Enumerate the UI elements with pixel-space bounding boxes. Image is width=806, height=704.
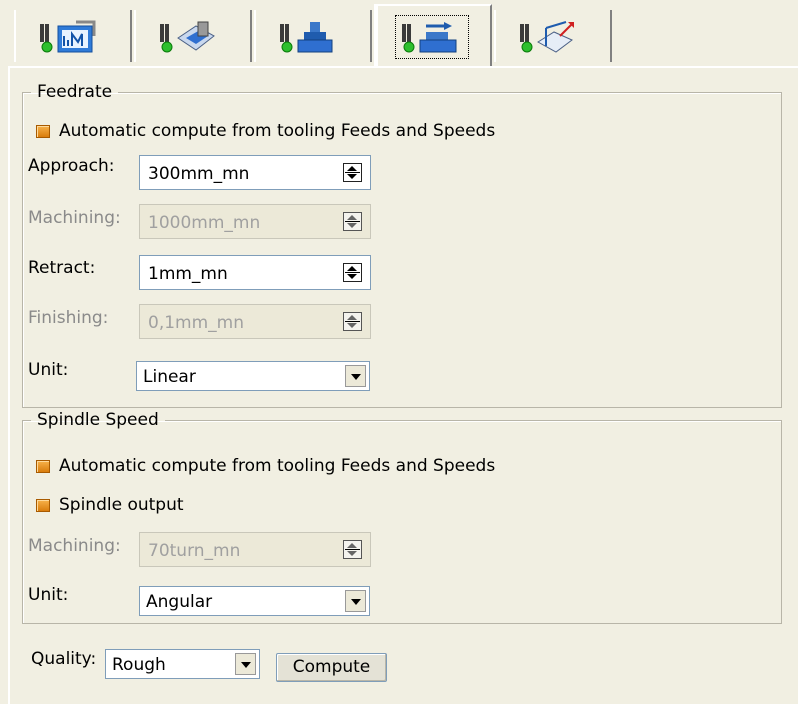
tab-strip xyxy=(8,0,798,66)
finishing-spin-arrows-icon xyxy=(343,312,362,331)
feed-unit-value: Linear xyxy=(143,367,196,387)
feed-machining-spin-arrows-icon xyxy=(343,212,362,231)
spindle-speed-group: Spindle Speed xyxy=(22,410,782,624)
feedrate-auto-compute-label: Automatic compute from tooling Feeds and… xyxy=(59,121,496,141)
right-frame xyxy=(798,0,806,704)
retract-value: 1mm_mn xyxy=(148,264,228,284)
spindle-output-checkbox[interactable]: Spindle output xyxy=(36,493,184,517)
checkbox-checked-icon xyxy=(36,124,50,138)
spindle-speed-legend: Spindle Speed xyxy=(37,410,159,430)
checkbox-checked-icon xyxy=(36,459,50,473)
feedrate-auto-compute-checkbox[interactable]: Automatic compute from tooling Feeds and… xyxy=(36,119,495,143)
spindle-unit-dropdown[interactable]: Angular xyxy=(139,586,370,616)
approach-spin-arrows-icon[interactable] xyxy=(343,163,362,182)
feeds-speeds-tab-icon xyxy=(395,15,469,59)
chevron-down-icon[interactable] xyxy=(345,590,366,612)
spindle-machining-label: Machining: xyxy=(28,536,121,556)
tool-tab-icon xyxy=(280,22,333,53)
spindle-machining-spin-arrows-icon xyxy=(343,540,362,559)
spindle-unit-value: Angular xyxy=(146,592,213,612)
tab-feeds-speeds[interactable] xyxy=(374,4,492,66)
tab-geometry[interactable] xyxy=(14,10,132,62)
finishing-spinner: 0,1mm_mn xyxy=(139,304,371,339)
checkbox-checked-icon xyxy=(36,498,50,512)
spindle-output-label: Spindle output xyxy=(59,495,184,515)
strategy-tab-icon xyxy=(160,21,215,53)
quality-dropdown[interactable]: Rough xyxy=(105,649,260,679)
approach-label: Approach: xyxy=(28,156,115,176)
finishing-value: 0,1mm_mn xyxy=(148,313,244,333)
left-frame xyxy=(0,0,8,704)
tab-macros[interactable] xyxy=(494,10,612,62)
tab-tool[interactable] xyxy=(254,10,372,62)
finishing-label: Finishing: xyxy=(28,308,109,328)
macros-tab-icon xyxy=(520,21,574,53)
feedrate-legend: Feedrate xyxy=(37,82,113,102)
quality-value: Rough xyxy=(112,655,166,675)
chevron-down-icon[interactable] xyxy=(235,653,256,675)
feed-machining-label: Machining: xyxy=(28,208,121,228)
approach-value: 300mm_mn xyxy=(148,164,250,184)
spindle-auto-compute-checkbox[interactable]: Automatic compute from tooling Feeds and… xyxy=(36,454,495,478)
retract-spinner[interactable]: 1mm_mn xyxy=(139,255,371,290)
feed-unit-dropdown[interactable]: Linear xyxy=(136,361,370,391)
quality-label: Quality: xyxy=(31,649,97,669)
retract-spin-arrows-icon[interactable] xyxy=(343,263,362,282)
retract-label: Retract: xyxy=(28,258,96,278)
tab-strategy[interactable] xyxy=(134,10,252,62)
spindle-machining-value: 70turn_mn xyxy=(148,541,241,561)
chevron-down-icon[interactable] xyxy=(345,365,366,387)
spindle-machining-spinner: 70turn_mn xyxy=(139,532,371,567)
compute-button[interactable]: Compute xyxy=(276,653,387,682)
feed-machining-value: 1000mm_mn xyxy=(148,213,261,233)
spindle-unit-label: Unit: xyxy=(28,585,69,605)
geometry-tab-icon xyxy=(40,20,96,53)
approach-spinner[interactable]: 300mm_mn xyxy=(139,155,371,190)
spindle-auto-compute-label: Automatic compute from tooling Feeds and… xyxy=(59,456,496,476)
feed-machining-spinner: 1000mm_mn xyxy=(139,204,371,239)
feed-unit-label: Unit: xyxy=(28,360,69,380)
